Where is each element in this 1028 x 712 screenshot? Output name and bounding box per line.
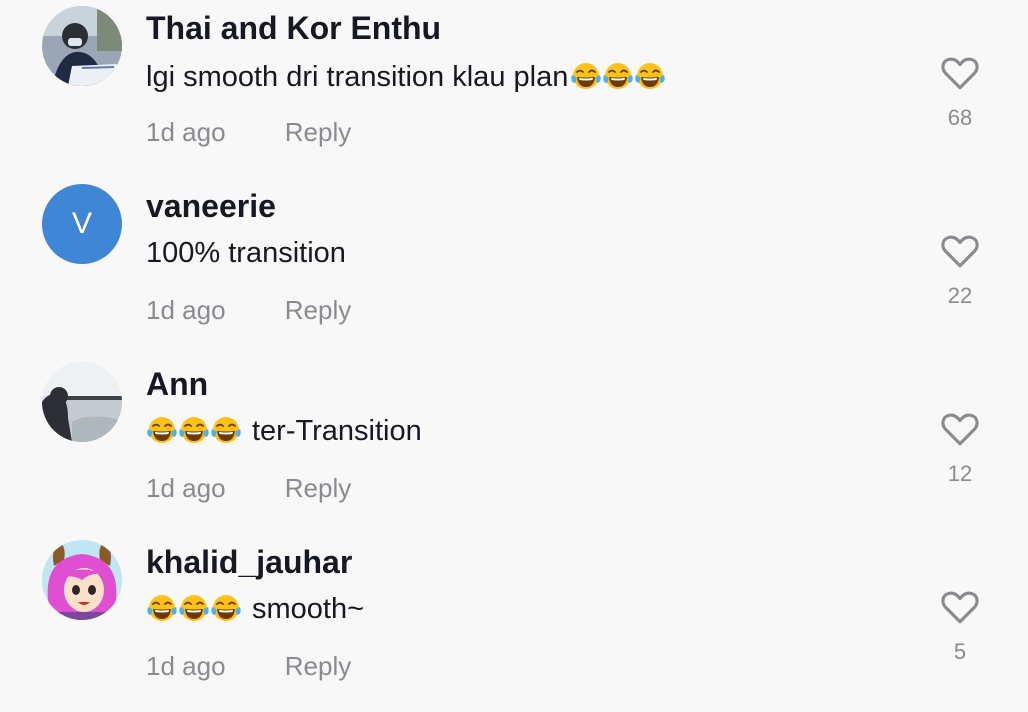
tears-of-joy-emoji-icon — [178, 593, 210, 625]
timestamp: 1d ago — [146, 295, 226, 325]
username[interactable]: khalid_jauhar — [146, 542, 352, 582]
comment-text: ter-Transition — [146, 411, 422, 451]
like-count: 68 — [947, 105, 973, 130]
heart-icon[interactable] — [939, 230, 981, 272]
tears-of-joy-emoji-icon — [146, 593, 178, 625]
tears-of-joy-emoji-icon — [210, 415, 242, 447]
timestamp: 1d ago — [146, 473, 226, 503]
comment-body: smooth~ — [252, 593, 365, 625]
tears-of-joy-emoji-icon — [570, 61, 602, 93]
username[interactable]: Ann — [146, 364, 208, 404]
comment-item: Thai and Kor Enthu lgi smooth dri transi… — [0, 0, 1028, 178]
tears-of-joy-emoji-icon — [210, 593, 242, 625]
like-count: 5 — [953, 639, 967, 664]
tears-of-joy-emoji-icon — [146, 415, 178, 447]
comment-body: lgi smooth dri transition klau plan — [146, 61, 569, 93]
laughing-emoji-group — [570, 61, 666, 93]
reply-button[interactable]: Reply — [285, 295, 351, 325]
comment-meta: 1d ago Reply — [146, 646, 351, 686]
avatar[interactable]: V — [42, 184, 122, 264]
comment-text: 100% transition — [146, 233, 346, 273]
timestamp: 1d ago — [146, 651, 226, 681]
comment-item: V vaneerie 100% transition 1d ago Reply … — [0, 178, 1028, 356]
username[interactable]: Thai and Kor Enthu — [146, 8, 441, 48]
tears-of-joy-emoji-icon — [178, 415, 210, 447]
comment-item: khalid_jauhar smooth~ 1d ago Reply 5 — [0, 534, 1028, 712]
comment-body: 100% transition — [146, 237, 346, 269]
comment-text: lgi smooth dri transition klau plan — [146, 57, 666, 97]
like-count: 22 — [947, 283, 973, 308]
tears-of-joy-emoji-icon — [602, 61, 634, 93]
laughing-emoji-group — [146, 593, 242, 625]
heart-icon[interactable] — [939, 586, 981, 628]
reply-button[interactable]: Reply — [285, 117, 351, 147]
heart-icon[interactable] — [939, 408, 981, 450]
heart-icon[interactable] — [939, 52, 981, 94]
comment-meta: 1d ago Reply — [146, 468, 351, 508]
reply-button[interactable]: Reply — [285, 473, 351, 503]
username[interactable]: vaneerie — [146, 186, 276, 226]
comment-body: ter-Transition — [252, 415, 422, 447]
avatar[interactable] — [42, 6, 122, 86]
laughing-emoji-group — [146, 415, 242, 447]
comment-meta: 1d ago Reply — [146, 290, 351, 330]
comment-item: Ann ter-Transition 1d ago Reply 12 — [0, 356, 1028, 534]
tears-of-joy-emoji-icon — [634, 61, 666, 93]
avatar[interactable] — [42, 540, 122, 620]
timestamp: 1d ago — [146, 117, 226, 147]
like-count: 12 — [947, 461, 973, 486]
avatar[interactable] — [42, 362, 122, 442]
reply-button[interactable]: Reply — [285, 651, 351, 681]
comment-text: smooth~ — [146, 589, 364, 629]
comment-meta: 1d ago Reply — [146, 112, 351, 152]
